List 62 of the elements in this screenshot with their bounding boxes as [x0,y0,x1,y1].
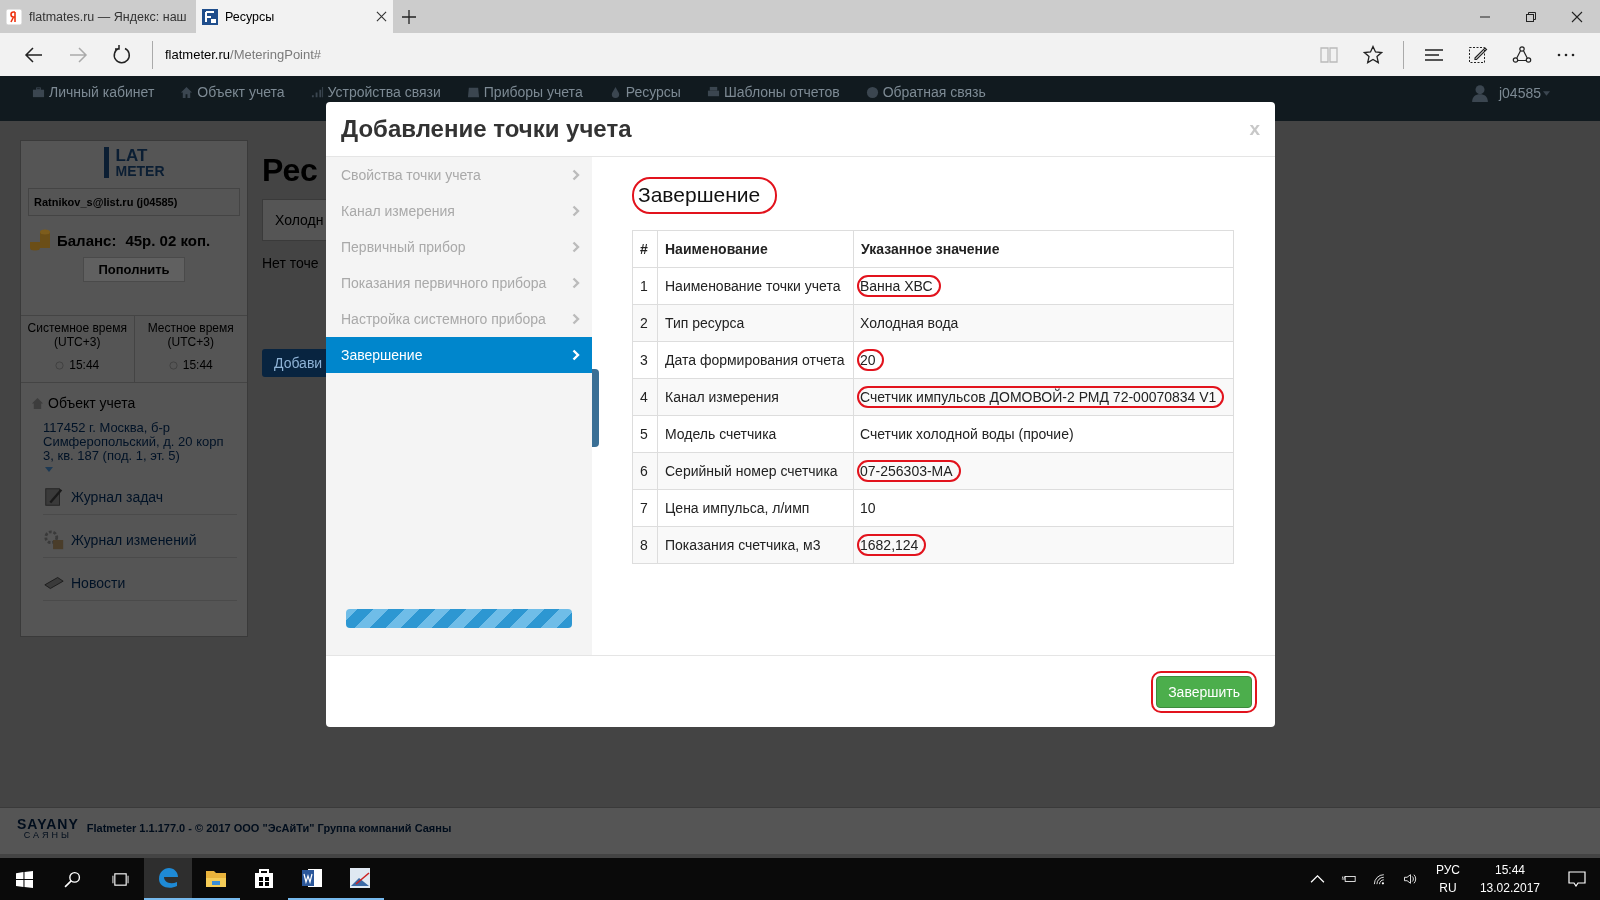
row-number: 8 [632,526,658,564]
table-cell: Наименование точки учета [657,267,854,305]
row-number: 5 [632,415,658,453]
sidebar-link[interactable]: Новости [43,572,237,601]
row-number: 6 [632,452,658,490]
column-header: Наименование [657,230,854,268]
row-number: 4 [632,378,658,416]
value-text: Ванна ХВС [857,275,941,297]
value-text: 20 [857,349,884,371]
account-name: Ratnikov_s@list.ru (j04585) [28,188,240,216]
user-menu[interactable]: j04585 [1470,84,1550,102]
nav-link[interactable]: Личный кабинет [32,84,155,100]
top-up-button[interactable]: Пополнить [83,257,185,282]
value-text: 10 [859,499,877,518]
finish-button[interactable]: Завершить [1156,675,1252,708]
value-text: 1682,124 [857,534,927,556]
table-cell: Цена импульса, л/имп [657,489,854,527]
clock-zone: (UTC+3) [54,335,101,349]
nav-link[interactable]: Обратная связь [865,84,986,100]
sidebar-link[interactable]: Журнал задач [43,486,237,515]
table-cell: Канал измерения [657,378,854,416]
nav-link[interactable]: Ресурсы [608,84,681,100]
nav-link[interactable]: Шаблоны отчетов [706,84,840,100]
value-text: 07-256303-МА [857,460,961,482]
clock-zone: (UTC+3) [167,335,214,349]
value-text: Холодная вода [859,314,960,333]
sayany-logo: SAYANY САЯНЫ [17,816,79,840]
empty-text: Нет точе [262,255,319,271]
wizard-step[interactable]: Завершение [326,337,592,373]
browser-tab[interactable]: Ресурсы [196,0,393,33]
dialog-title: Добавление точки учета [341,115,632,143]
flatmeter-logo: LAT METER [103,147,165,178]
clock-time: 15:44 [182,358,213,372]
clock-label: Системное время [27,321,127,335]
object-title: Объект учета [48,395,136,411]
column-header: # [632,230,658,268]
table-cell: Модель счетчика [657,415,854,453]
value-text: Счетчик импульсов ДОМОВОЙ-2 РМД 72-00070834 V1 [857,386,1225,408]
row-number: 1 [632,267,658,305]
copyright-text: Flatmeter 1.1.177.0 - © 2017 ООО "ЭсАйТи" Группа компаний Саяны [86,822,452,834]
table-cell: Показания счетчика, м3 [657,526,854,564]
clock-label: Местное время [147,321,234,335]
nav-link[interactable]: Приборы учета [466,84,583,100]
clock[interactable]: 15:44 13.02.2017 [1479,861,1540,897]
clock-time: 15:44 [69,358,100,372]
page-heading: Рес [262,152,318,189]
nav-link[interactable]: Устройства связи [310,84,441,100]
row-number: 7 [632,489,658,527]
table-cell: Дата формирования отчета [657,341,854,379]
table-cell: Тип ресурса [657,304,854,342]
nav-link[interactable]: Объект учета [180,84,285,100]
column-header: Указанное значение [853,230,1234,268]
address-link[interactable]: 117452 г. Москва, б-р Симферопольский, д. 20 корп 3, кв. 187 (под. 1, эт. 5) [43,421,237,463]
language-indicator[interactable]: РУС RU [1435,861,1460,897]
balance-label: Баланс: [57,231,117,249]
table-cell: Серийный номер счетчика [657,452,854,490]
section-title: Завершение [632,177,778,214]
row-number: 3 [632,341,658,379]
balance-value: 45р. 02 коп. [125,231,211,249]
value-text: Счетчик холодной воды (прочие) [859,425,1075,444]
row-number: 2 [632,304,658,342]
sidebar-link[interactable]: Журнал изменений [43,529,237,558]
